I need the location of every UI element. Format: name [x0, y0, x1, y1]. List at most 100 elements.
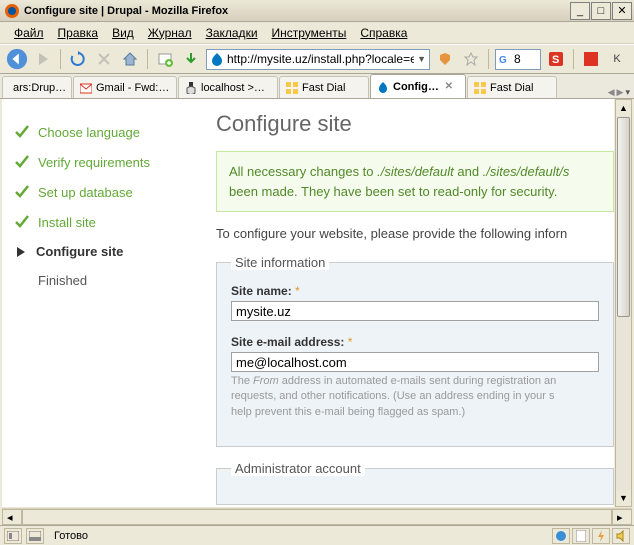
addon-globe-icon[interactable]	[552, 528, 570, 544]
menu-edit[interactable]: Правка	[52, 24, 105, 42]
search-input[interactable]	[514, 50, 537, 68]
gmail-icon	[80, 82, 92, 94]
arrow-icon	[14, 245, 28, 259]
addon-kaspersky-button[interactable]	[580, 48, 602, 70]
menu-view[interactable]: Вид	[106, 24, 140, 42]
tab-2[interactable]: localhost >…	[178, 76, 278, 98]
fastdial-icon	[286, 82, 298, 94]
status-text: Готово	[48, 530, 548, 542]
phpmyadmin-icon	[185, 82, 197, 94]
step-configure-site: Configure site	[14, 237, 190, 266]
addon-s-button[interactable]: S	[545, 48, 567, 70]
menu-bookmarks[interactable]: Закладки	[200, 24, 264, 42]
google-icon: G	[499, 53, 511, 65]
step-label: Install site	[38, 215, 96, 230]
fieldset-site-info: Site information Site name: * Site e-mai…	[216, 255, 614, 447]
page-content: Choose language Verify requirements Set …	[2, 99, 614, 507]
step-label: Configure site	[36, 244, 123, 259]
tab-label: ars:Drup…	[13, 82, 66, 94]
search-box[interactable]: G	[495, 49, 541, 70]
tab-scroll-left-button[interactable]: ◀	[608, 87, 615, 98]
tab-5[interactable]: Fast Dial	[467, 76, 557, 98]
minimize-button[interactable]: _	[570, 2, 590, 20]
install-main: Configure site All necessary changes to …	[202, 99, 614, 507]
menu-bar: Файл Правка Вид Журнал Закладки Инструме…	[0, 22, 634, 44]
bottom-bar: Готово	[0, 525, 634, 545]
tab-label: Gmail - Fwd:…	[96, 82, 169, 94]
scroll-up-button[interactable]: ▲	[616, 100, 631, 116]
tab-close-button[interactable]: ✕	[443, 81, 455, 93]
step-finished: Finished	[14, 266, 190, 295]
intro-text: To configure your website, please provid…	[202, 226, 614, 241]
tab-3[interactable]: Fast Dial	[279, 76, 369, 98]
addon-sound-icon[interactable]	[612, 528, 630, 544]
stop-button[interactable]	[93, 48, 115, 70]
tab-label: Config…	[393, 81, 439, 93]
status-right-icon[interactable]: ▸	[612, 509, 632, 525]
maximize-button[interactable]: □	[591, 2, 611, 20]
step-install-site: Install site	[14, 207, 190, 237]
addon-k-button[interactable]: K	[606, 48, 628, 70]
step-label: Verify requirements	[38, 155, 150, 170]
tab-list-button[interactable]: ▾	[625, 87, 630, 98]
back-button[interactable]	[6, 48, 28, 70]
status-message: All necessary changes to ./sites/default…	[216, 151, 614, 212]
addon-bolt-icon[interactable]	[592, 528, 610, 544]
bookmark-star-button[interactable]	[460, 48, 482, 70]
tab-4[interactable]: Config… ✕	[370, 74, 466, 98]
scroll-down-button[interactable]: ▼	[616, 490, 631, 506]
menu-help[interactable]: Справка	[354, 24, 413, 42]
reload-button[interactable]	[67, 48, 89, 70]
close-button[interactable]: ✕	[612, 2, 632, 20]
addon-bar-1-button[interactable]	[4, 528, 22, 544]
status-left-icon[interactable]: ◂	[2, 509, 22, 525]
dropdown-icon[interactable]: ▼	[417, 54, 426, 64]
window-title: Configure site | Drupal - Mozilla Firefo…	[24, 5, 570, 17]
tab-scroll-right-button[interactable]: ▶	[617, 87, 624, 98]
step-label: Set up database	[38, 185, 133, 200]
check-icon	[14, 124, 30, 140]
fieldset-admin-account: Administrator account	[216, 461, 614, 505]
tab-1[interactable]: Gmail - Fwd:…	[73, 76, 177, 98]
site-email-label: Site e-mail address: *	[231, 335, 599, 349]
home-button[interactable]	[119, 48, 141, 70]
forward-button[interactable]	[32, 48, 54, 70]
svg-text:G: G	[499, 55, 507, 65]
new-tab-button[interactable]	[154, 48, 176, 70]
navigation-toolbar: ▼ G S K	[0, 44, 634, 74]
check-icon	[14, 154, 30, 170]
site-name-input[interactable]	[231, 301, 599, 321]
tab-label: Fast Dial	[302, 82, 345, 94]
page-title: Configure site	[202, 111, 614, 137]
step-label: Choose language	[38, 125, 140, 140]
addon-bar-2-button[interactable]	[26, 528, 44, 544]
step-choose-language: Choose language	[14, 117, 190, 147]
menu-file[interactable]: Файл	[8, 24, 50, 42]
step-setup-database: Set up database	[14, 177, 190, 207]
downloads-button[interactable]	[180, 48, 202, 70]
svg-text:S: S	[552, 54, 559, 66]
vertical-scrollbar[interactable]: ▲ ▼	[615, 99, 632, 507]
fieldset-legend: Administrator account	[231, 461, 365, 476]
tab-label: Fast Dial	[490, 82, 533, 94]
drupal-favicon-icon	[210, 52, 224, 66]
feed-button[interactable]	[434, 48, 456, 70]
menu-tools[interactable]: Инструменты	[266, 24, 353, 42]
fastdial-icon	[474, 82, 486, 94]
menu-history[interactable]: Журнал	[142, 24, 198, 42]
site-name-label: Site name: *	[231, 284, 599, 298]
firefox-icon	[4, 3, 20, 19]
addon-page-icon[interactable]	[572, 528, 590, 544]
tab-0[interactable]: ars:Drup…	[2, 76, 72, 98]
check-icon	[14, 184, 30, 200]
site-email-input[interactable]	[231, 352, 599, 372]
site-email-description: The From address in automated e-mails se…	[231, 374, 599, 420]
fieldset-legend: Site information	[231, 255, 329, 270]
install-sidebar: Choose language Verify requirements Set …	[2, 99, 202, 507]
step-label: Finished	[38, 273, 87, 288]
url-input[interactable]	[227, 50, 414, 68]
check-icon	[14, 214, 30, 230]
scroll-thumb[interactable]	[617, 117, 630, 317]
url-bar[interactable]: ▼	[206, 49, 430, 70]
drupal-icon	[377, 81, 389, 93]
